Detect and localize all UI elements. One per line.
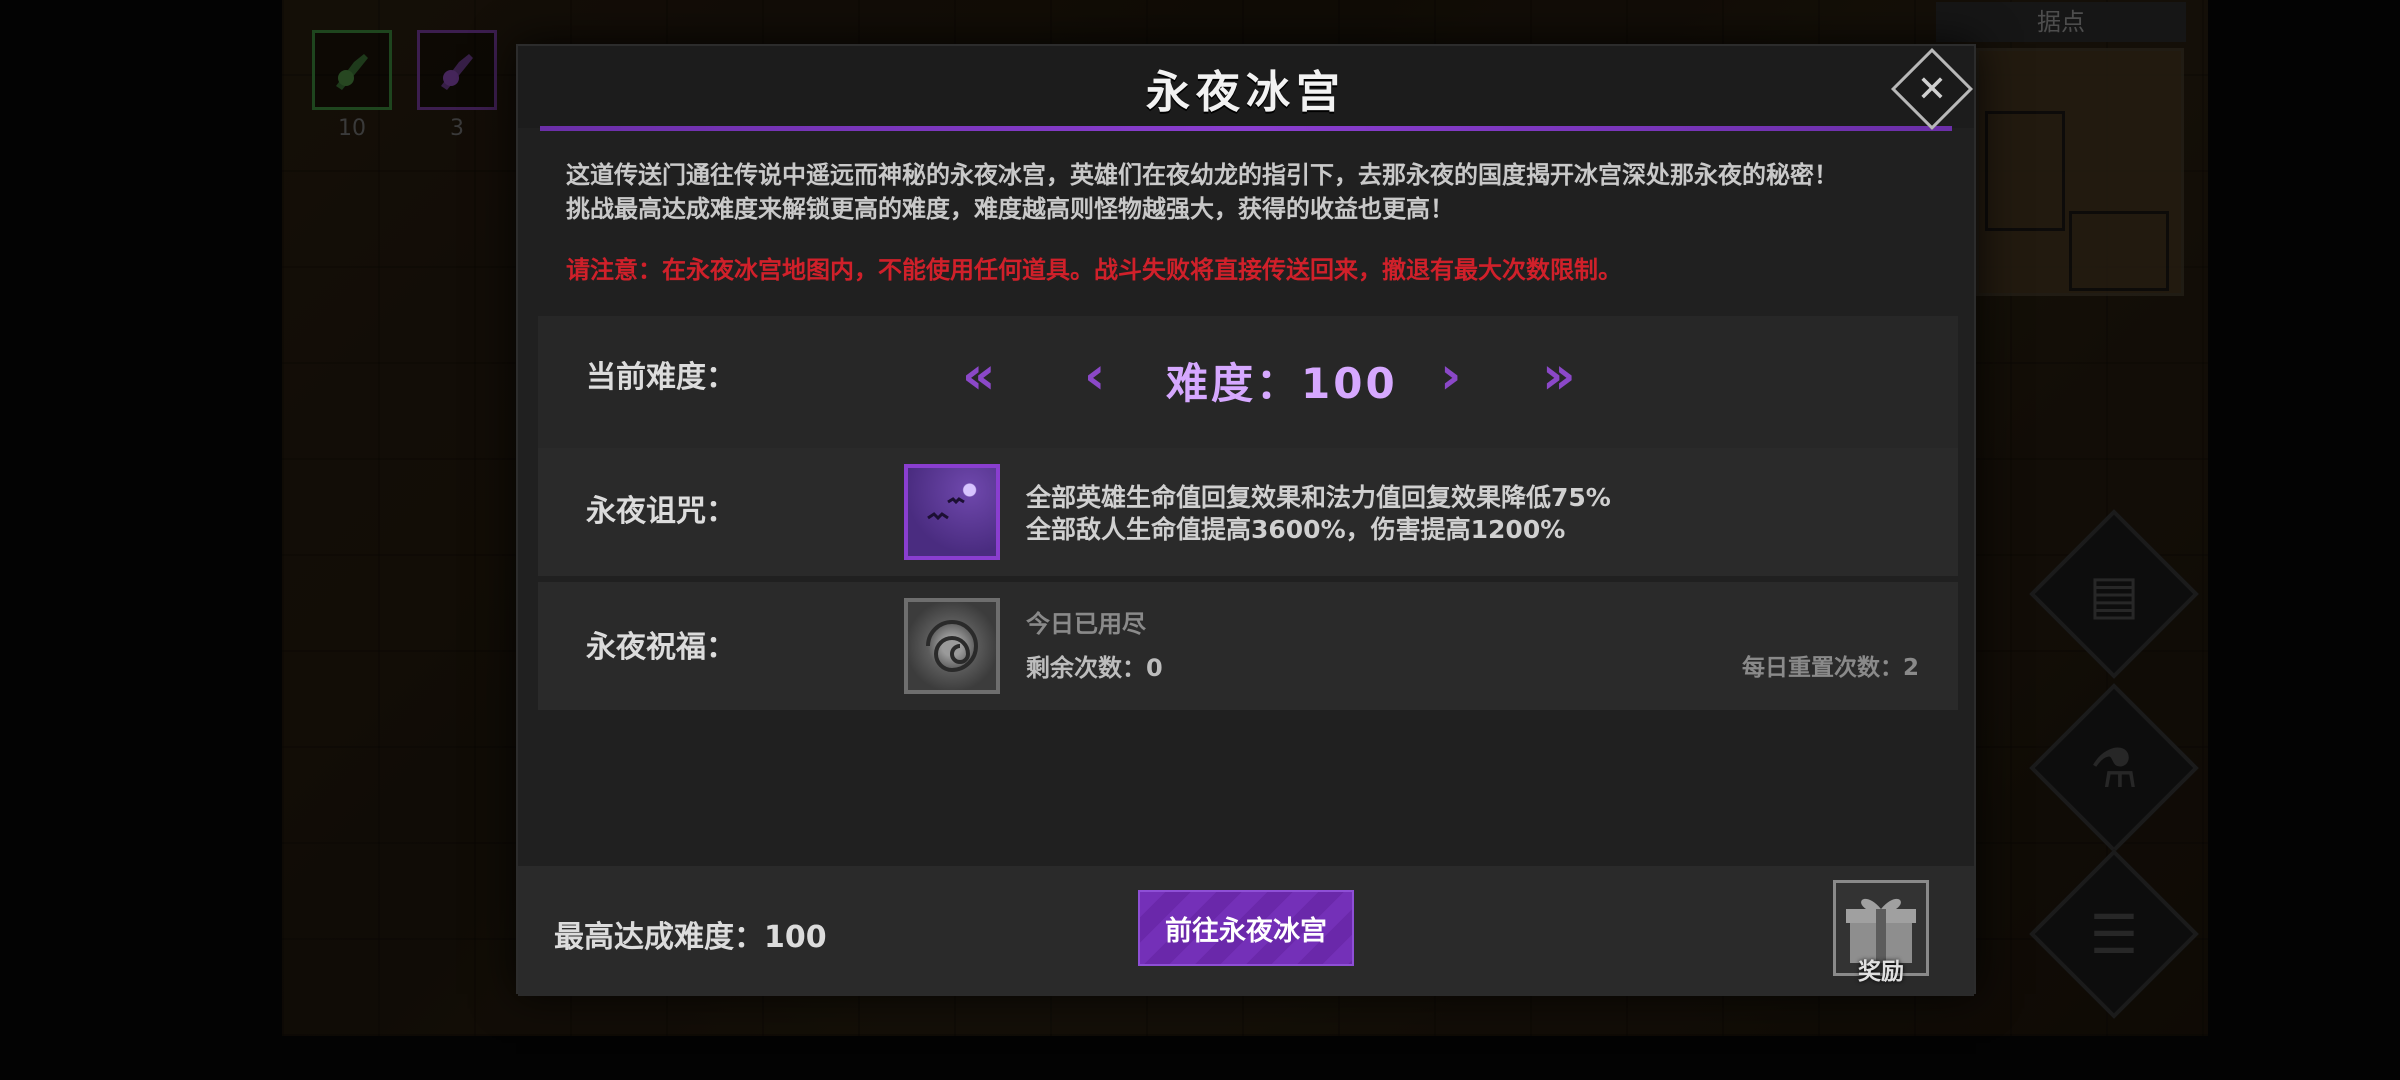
reward-label: 奖励: [1858, 959, 1904, 985]
best-difficulty: 最高达成难度：100: [554, 920, 827, 955]
vortex-icon: [904, 598, 1000, 694]
fast-prev-difficulty-button[interactable]: «: [962, 346, 996, 406]
next-difficulty-button[interactable]: ›: [1440, 346, 1461, 406]
blessing-label: 永夜祝福：: [586, 630, 736, 665]
description-line: 这道传送门通往传说中遥远而神秘的永夜冰宫，英雄们在夜幼龙的指引下，去那永夜的国度…: [566, 161, 1838, 189]
description-line: 挑战最高达成难度来解锁更高的难度，难度越高则怪物越强大，获得的收益也更高！: [566, 195, 1454, 223]
dialog-description: 这道传送门通往传说中遥远而神秘的永夜冰宫，英雄们在夜幼龙的指引下，去那永夜的国度…: [566, 158, 1956, 226]
blessing-daily-reset: 每日重置次数：2: [1742, 655, 1920, 681]
curse-effect-line: 全部英雄生命值回复效果和法力值回复效果降低75%: [1026, 483, 1611, 512]
header-divider: [540, 126, 1952, 131]
blessing-panel: [538, 582, 1958, 710]
eternal-night-dialog: 永夜冰宫 ✕ 这道传送门通往传说中遥远而神秘的永夜冰宫，英雄们在夜幼龙的指引下，…: [516, 44, 1976, 996]
curse-label: 永夜诅咒：: [586, 494, 736, 529]
close-icon[interactable]: ✕: [1903, 60, 1961, 118]
blessing-status: 今日已用尽: [1026, 610, 1146, 638]
dialog-title: 永夜冰宫: [1146, 67, 1346, 118]
curse-effect-line: 全部敌人生命值提高3600%，伤害提高1200%: [1026, 515, 1566, 544]
prev-difficulty-button[interactable]: ‹: [1084, 346, 1105, 406]
dialog-header: 永夜冰宫: [518, 46, 1974, 128]
bats-icon: [927, 497, 965, 521]
night-bats-icon: [904, 464, 1000, 560]
difficulty-value: 难度：100: [1166, 359, 1398, 408]
enter-dungeon-button[interactable]: 前往永夜冰宫: [1138, 890, 1354, 966]
difficulty-label: 当前难度：: [586, 360, 736, 395]
blessing-remaining: 剩余次数：0: [1026, 654, 1163, 682]
curse-effects: 全部英雄生命值回复效果和法力值回复效果降低75% 全部敌人生命值提高3600%，…: [1026, 482, 1611, 546]
warning-text: 请注意：在永夜冰宫地图内，不能使用任何道具。战斗失败将直接传送回来，撤退有最大次…: [566, 256, 1622, 284]
swirl-icon: [926, 620, 978, 673]
fast-next-difficulty-button[interactable]: »: [1542, 346, 1576, 406]
